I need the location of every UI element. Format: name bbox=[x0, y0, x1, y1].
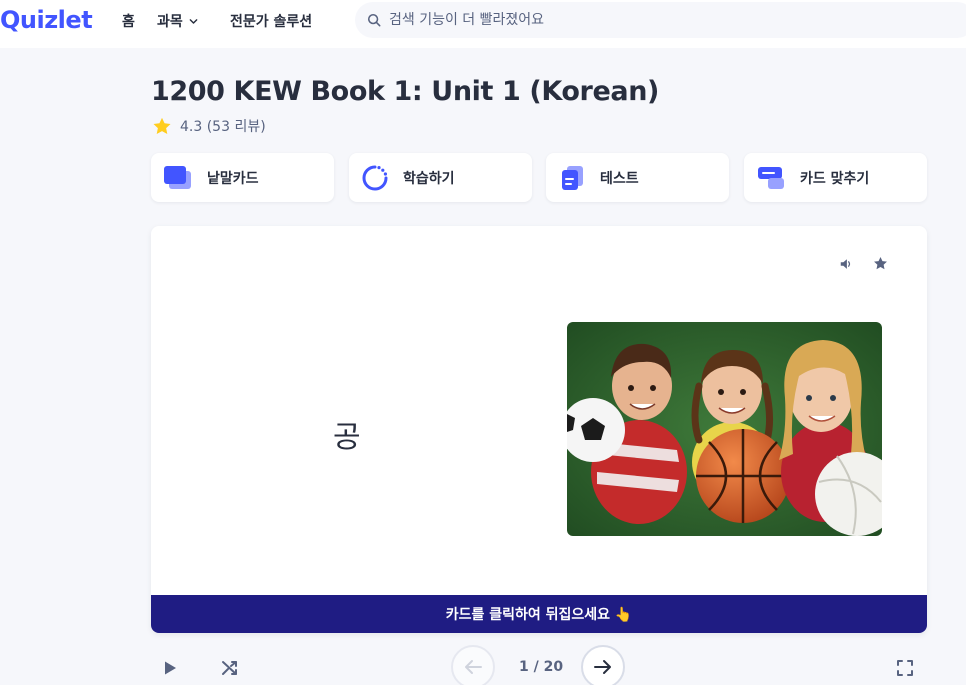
nav-home-label: 홈 bbox=[122, 14, 135, 30]
next-card-button[interactable] bbox=[581, 645, 625, 685]
nav-subjects-dropdown[interactable]: 과목 bbox=[157, 11, 198, 31]
quizlet-logo[interactable]: Quizlet bbox=[0, 6, 93, 34]
card-controls: 1 / 20 bbox=[151, 643, 927, 685]
nav-subjects-label: 과목 bbox=[157, 14, 183, 30]
flip-hint-bar: 카드를 클릭하여 뒤집으세요 👆 bbox=[151, 595, 927, 633]
card-image bbox=[567, 322, 882, 536]
play-icon bbox=[165, 661, 176, 675]
flashcards-label: 낱말카드 bbox=[207, 170, 259, 187]
star-outline-icon bbox=[874, 256, 887, 270]
search-icon bbox=[367, 13, 381, 27]
test-icon bbox=[562, 165, 583, 190]
test-button[interactable]: 테스트 bbox=[546, 153, 729, 202]
shuffle-icon bbox=[222, 661, 237, 675]
top-navigation: Quizlet 홈 과목 전문가 솔루션 bbox=[0, 0, 966, 48]
match-button[interactable]: 카드 맞추기 bbox=[744, 153, 927, 202]
study-modes: 낱말카드 학습하기 테스트 카드 맞추기 bbox=[151, 153, 927, 202]
flashcard[interactable]: 공 카드를 클릭하여 뒤집으세요 👆 bbox=[151, 226, 927, 633]
nav-expert-solutions[interactable]: 전문가 솔루션 bbox=[230, 11, 312, 31]
test-label: 테스트 bbox=[600, 170, 639, 187]
learn-label: 학습하기 bbox=[403, 170, 455, 187]
search-bar[interactable] bbox=[355, 2, 966, 38]
arrow-right-icon bbox=[594, 660, 611, 674]
set-rating[interactable]: 4.3 (53 리뷰) bbox=[152, 116, 266, 136]
set-title: 1200 KEW Book 1: Unit 1 (Korean) bbox=[151, 76, 659, 107]
nav-home[interactable]: 홈 bbox=[122, 11, 135, 31]
arrow-left-icon bbox=[465, 660, 482, 674]
audio-button[interactable] bbox=[839, 256, 853, 275]
previous-card-button[interactable] bbox=[451, 645, 495, 685]
star-icon bbox=[153, 117, 171, 134]
fullscreen-icon bbox=[897, 660, 913, 676]
card-term: 공 bbox=[333, 420, 361, 455]
nav-expert-label: 전문가 솔루션 bbox=[230, 14, 313, 30]
learn-icon bbox=[362, 165, 388, 190]
search-input[interactable] bbox=[389, 12, 909, 28]
match-icon bbox=[758, 166, 784, 189]
chevron-down-icon bbox=[189, 18, 198, 24]
rating-text: 4.3 (53 리뷰) bbox=[180, 119, 266, 135]
flashcards-icon bbox=[164, 165, 191, 189]
flashcards-button[interactable]: 낱말카드 bbox=[151, 153, 334, 202]
favorite-button[interactable] bbox=[873, 256, 888, 275]
card-counter: 1 / 20 bbox=[519, 659, 564, 675]
speaker-icon bbox=[840, 259, 851, 269]
match-label: 카드 맞추기 bbox=[800, 170, 870, 187]
learn-button[interactable]: 학습하기 bbox=[349, 153, 532, 202]
autoplay-button[interactable] bbox=[163, 660, 177, 680]
shuffle-button[interactable] bbox=[221, 659, 239, 681]
fullscreen-button[interactable] bbox=[896, 659, 914, 681]
kids-with-balls-illustration bbox=[567, 322, 882, 536]
